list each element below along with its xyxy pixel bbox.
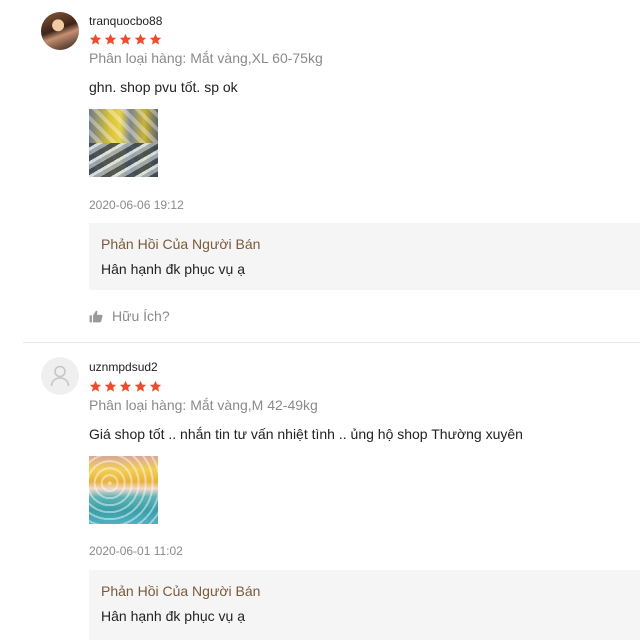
- review-date: 2020-06-01 11:02: [89, 544, 183, 558]
- user-icon: [50, 365, 70, 387]
- review-photo[interactable]: [89, 109, 158, 177]
- review-item: uznmpdsud2 Phân loại hàng: Mắt vàng,M 42…: [0, 343, 640, 640]
- star-icon: [149, 33, 162, 45]
- star-icon: [104, 380, 117, 392]
- star-icon: [134, 380, 147, 392]
- review-item: tranquocbo88 Phân loại hàng: Mắt vàng,XL…: [0, 0, 640, 342]
- seller-reply: Phản Hồi Của Người Bán Hân hạnh đk phục …: [89, 570, 640, 640]
- star-icon: [89, 380, 102, 392]
- star-icon: [89, 33, 102, 45]
- avatar[interactable]: [41, 357, 79, 395]
- star-icon: [119, 33, 132, 45]
- seller-reply-title: Phản Hồi Của Người Bán: [101, 236, 261, 252]
- rating-stars: [89, 33, 162, 47]
- product-variant: Phân loại hàng: Mắt vàng,XL 60-75kg: [89, 50, 323, 66]
- helpful-label: Hữu Ích?: [112, 308, 170, 324]
- seller-reply-body: Hân hạnh đk phục vụ ạ: [101, 608, 245, 624]
- product-variant: Phân loại hàng: Mắt vàng,M 42-49kg: [89, 397, 318, 413]
- rating-stars: [89, 380, 162, 394]
- star-icon: [119, 380, 132, 392]
- star-icon: [104, 33, 117, 45]
- star-icon: [134, 33, 147, 45]
- seller-reply-title: Phản Hồi Của Người Bán: [101, 583, 261, 599]
- seller-reply: Phản Hồi Của Người Bán Hân hạnh đk phục …: [89, 223, 640, 290]
- star-icon: [149, 380, 162, 392]
- review-username[interactable]: uznmpdsud2: [89, 360, 158, 374]
- review-username[interactable]: tranquocbo88: [89, 14, 162, 28]
- seller-reply-body: Hân hạnh đk phục vụ ạ: [101, 261, 245, 277]
- review-photo[interactable]: [89, 456, 158, 524]
- review-date: 2020-06-06 19:12: [89, 198, 184, 212]
- review-text: Giá shop tốt .. nhắn tin tư vấn nhiệt tì…: [89, 426, 523, 442]
- thumbs-up-icon: [89, 310, 103, 322]
- avatar[interactable]: [41, 12, 79, 50]
- helpful-button[interactable]: Hữu Ích?: [89, 308, 170, 324]
- review-text: ghn. shop pvu tốt. sp ok: [89, 79, 238, 95]
